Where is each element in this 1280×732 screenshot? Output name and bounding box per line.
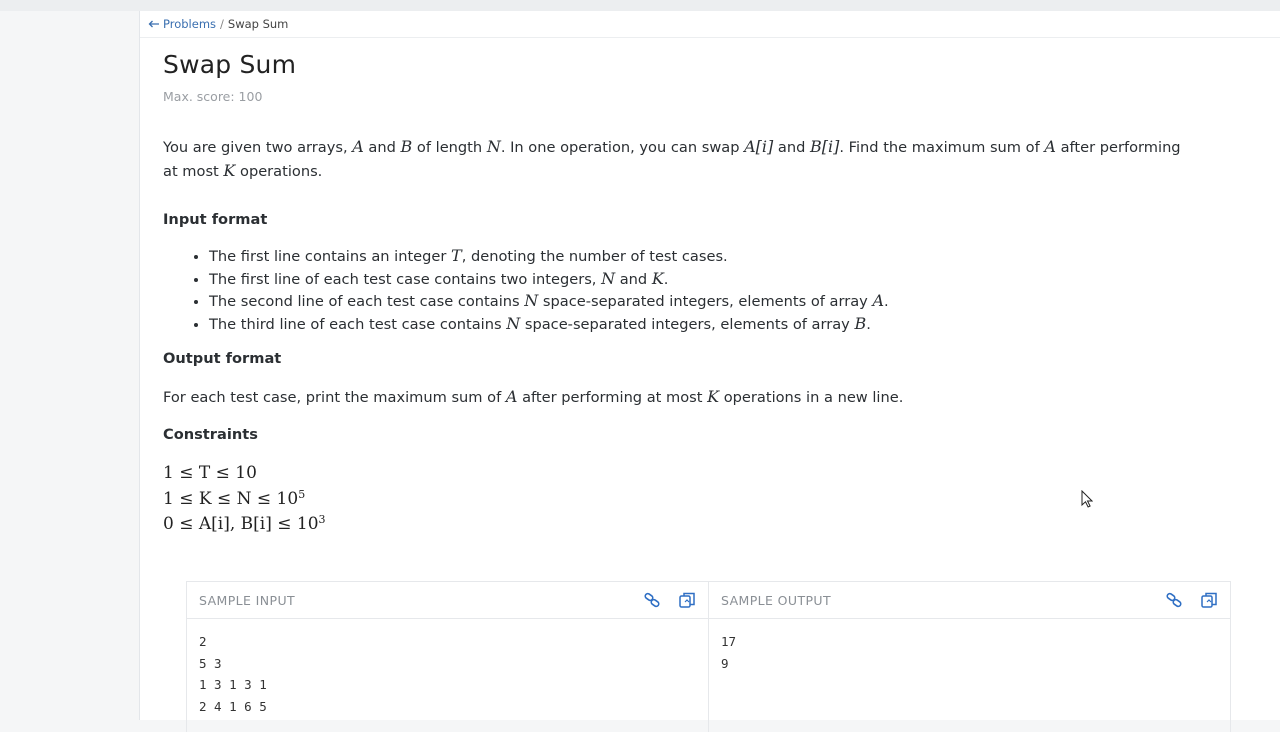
statement-paragraph: You are given two arrays, A and B of len… — [163, 135, 1193, 183]
input-format-list: The first line contains an integer T, de… — [163, 245, 889, 335]
list-item: The third line of each test case contain… — [209, 313, 889, 336]
math-var: T — [451, 246, 462, 265]
math-var: K — [651, 268, 664, 288]
mouse-cursor-icon — [1081, 490, 1093, 508]
breadcrumb: Problems / Swap Sum — [148, 17, 288, 31]
sample-input-content[interactable]: 2 5 3 1 3 1 3 1 2 4 1 6 5 — [187, 619, 708, 729]
list-item: The first line of each test case contain… — [209, 268, 889, 291]
math-var: B — [854, 313, 867, 333]
list-text: and — [615, 270, 652, 288]
list-item: The second line of each test case contai… — [209, 290, 889, 313]
statement-text: You are given two arrays, — [163, 139, 353, 156]
math-var: K — [707, 387, 720, 406]
list-text: space-separated integers, elements of ar… — [538, 293, 873, 310]
samples-panel: SAMPLE INPUT 2 5 3 1 3 1 3 1 2 4 1 6 5 S… — [186, 581, 1231, 732]
statement-text: operations. — [235, 163, 323, 180]
output-format-heading: Output format — [163, 350, 282, 367]
list-text: . — [884, 293, 889, 310]
list-text: The second line of each test case contai… — [209, 293, 525, 310]
list-text: The first line of each test case contain… — [209, 270, 602, 288]
sample-input-column: SAMPLE INPUT 2 5 3 1 3 1 3 1 2 4 1 6 5 — [187, 582, 708, 732]
max-score: Max. score: 100 — [163, 89, 263, 104]
math-var: A — [872, 291, 885, 310]
constraint-text: 0 ≤ A[i], B[i] ≤ 10 — [163, 514, 319, 534]
copy-icon[interactable] — [1200, 591, 1218, 609]
sample-input-label: SAMPLE INPUT — [199, 592, 296, 608]
statement-text: . In one operation, you can swap — [500, 139, 745, 156]
statement-text: and — [773, 139, 811, 156]
math-var: N — [506, 313, 521, 333]
constraint-exponent: 5 — [298, 487, 306, 501]
math-var: A — [505, 387, 518, 406]
statement-text: of length — [412, 139, 487, 156]
math-var: N — [601, 268, 616, 288]
output-text: For each test case, print the maximum su… — [163, 389, 506, 406]
list-text: , denoting the number of test cases. — [461, 248, 728, 265]
math-var: K — [223, 161, 236, 180]
list-text: The first line contains an integer — [209, 248, 452, 265]
list-item: The first line contains an integer T, de… — [209, 245, 889, 268]
constraint-line: 1 ≤ K ≤ N ≤ 105 — [163, 487, 326, 513]
link-icon[interactable] — [643, 591, 661, 609]
link-icon[interactable] — [1165, 591, 1183, 609]
math-var: B[i] — [810, 137, 840, 156]
constraint-text: 1 ≤ T ≤ 10 — [163, 463, 257, 483]
math-var: N — [524, 291, 539, 310]
constraints-heading: Constraints — [163, 426, 258, 443]
math-var: N — [486, 137, 501, 156]
list-text: space-separated integers, elements of ar… — [520, 315, 855, 333]
breadcrumb-back-link[interactable]: Problems — [148, 17, 216, 31]
sample-output-header: SAMPLE OUTPUT — [709, 582, 1230, 619]
breadcrumb-separator: / — [220, 17, 224, 31]
breadcrumb-current: Swap Sum — [227, 17, 289, 31]
constraint-line: 1 ≤ T ≤ 10 — [163, 461, 326, 487]
constraints-block: 1 ≤ T ≤ 10 1 ≤ K ≤ N ≤ 105 0 ≤ A[i], B[i… — [163, 461, 326, 538]
problem-page: Problems / Swap Sum Swap Sum Max. score:… — [139, 11, 1280, 732]
math-var: A — [1044, 137, 1056, 156]
list-text: . — [663, 270, 669, 288]
sample-input-header: SAMPLE INPUT — [187, 582, 708, 619]
copy-icon[interactable] — [678, 591, 696, 609]
statement-text: . Find the maximum sum of — [839, 139, 1045, 156]
constraint-line: 0 ≤ A[i], B[i] ≤ 103 — [163, 512, 326, 538]
breadcrumb-divider — [140, 37, 1280, 38]
input-format-heading: Input format — [163, 211, 268, 228]
statement-text: and — [363, 139, 401, 156]
math-var: A — [352, 137, 364, 156]
arrow-left-icon — [148, 20, 159, 28]
sample-output-column: SAMPLE OUTPUT 17 9 — [708, 582, 1230, 732]
list-text: . — [866, 315, 871, 333]
list-text: The third line of each test case contain… — [209, 315, 507, 333]
breadcrumb-back-label: Problems — [163, 17, 217, 31]
output-format-text: For each test case, print the maximum su… — [163, 385, 903, 409]
sample-output-label: SAMPLE OUTPUT — [721, 592, 832, 608]
browser-top-strip — [0, 0, 1280, 11]
math-var: B — [400, 137, 413, 156]
output-text: operations in a new line. — [719, 389, 904, 406]
constraint-text: 1 ≤ K ≤ N ≤ 10 — [163, 488, 299, 509]
page-title: Swap Sum — [163, 50, 297, 79]
output-text: after performing at most — [517, 389, 708, 406]
sample-output-content[interactable]: 17 9 — [709, 619, 1230, 686]
constraint-exponent: 3 — [318, 513, 326, 526]
math-var: A[i] — [744, 137, 774, 156]
